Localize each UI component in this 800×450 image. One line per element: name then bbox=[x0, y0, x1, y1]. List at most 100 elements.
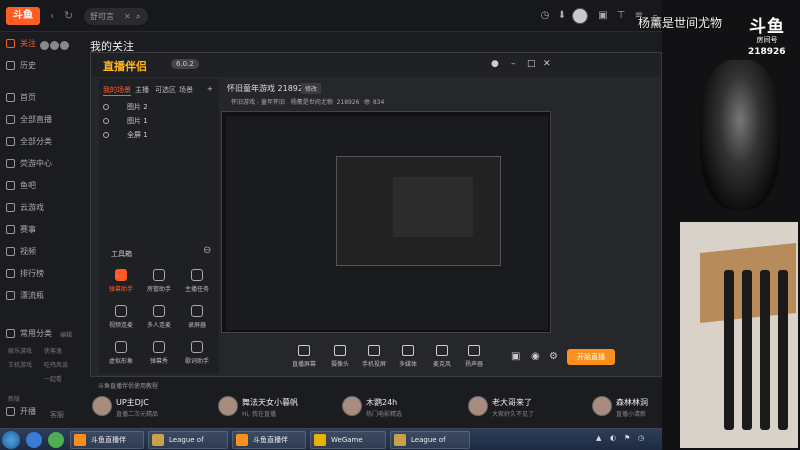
common-category[interactable]: 侠客逸 bbox=[44, 346, 62, 355]
preview-nested-companion bbox=[336, 156, 501, 266]
minimize-icon[interactable]: – bbox=[511, 59, 516, 69]
recommend-card[interactable]: 木鹦24h 热门电影精选 bbox=[342, 394, 472, 422]
tool-video-link[interactable]: 视频连麦 bbox=[103, 305, 139, 335]
toolbox-more-icon[interactable]: ⊖ bbox=[203, 245, 211, 256]
edit-title-button[interactable]: 修改 bbox=[301, 83, 322, 94]
stream-preview[interactable] bbox=[221, 111, 551, 333]
tool-recorder[interactable]: 录屏器 bbox=[179, 305, 215, 335]
speaker-button[interactable]: 扬声器 bbox=[457, 345, 491, 368]
history-icon[interactable]: ◷ bbox=[538, 9, 552, 23]
tool-multi-link[interactable]: 多人连麦 bbox=[141, 305, 177, 335]
taskbar-item[interactable]: 斗鱼直播伴 bbox=[232, 431, 306, 449]
multimedia-button[interactable]: 多媒体 bbox=[391, 345, 425, 368]
camera-button[interactable]: 摄像头 bbox=[323, 345, 357, 368]
sidebar-item-history[interactable]: 历史 bbox=[4, 58, 80, 74]
shirt-icon[interactable]: ⊤ bbox=[614, 9, 628, 23]
support-link[interactable]: 客服 bbox=[50, 410, 64, 420]
preview-nested-screen bbox=[226, 116, 548, 330]
taskbar-item[interactable]: 斗鱼直播伴 bbox=[70, 431, 144, 449]
tutorial-notice[interactable]: 斗鱼直播伴侣使用教程 bbox=[98, 381, 158, 390]
new-version-label: 新版 bbox=[8, 396, 21, 403]
taskbar-item[interactable]: League of Lege... bbox=[390, 431, 470, 449]
go-live-sidebar[interactable]: 开播 bbox=[4, 404, 80, 420]
tool-danmu-show[interactable]: 弹幕秀 bbox=[141, 341, 177, 371]
sidebar-item-home[interactable]: 首页 bbox=[4, 90, 80, 106]
sidebar-item-bottle[interactable]: 漂流瓶 bbox=[4, 288, 80, 304]
search-icon[interactable]: ⌕ bbox=[136, 8, 140, 25]
scene-item[interactable]: 图片 2 bbox=[99, 101, 219, 113]
volume-icon[interactable]: ◐ bbox=[610, 434, 620, 444]
back-icon[interactable]: ‹ bbox=[50, 9, 54, 22]
search-input[interactable]: 舒可言 ✕ ⌕ bbox=[84, 8, 148, 25]
sidebar-item-all-live[interactable]: 全部直播 bbox=[4, 112, 80, 128]
recommend-card[interactable]: 舞法天女小暮帆 Hi, 我在直播 bbox=[218, 394, 348, 422]
start-stream-button[interactable]: 开始直播 bbox=[567, 349, 615, 365]
phone-cast-button[interactable]: 手机投屏 bbox=[357, 345, 391, 368]
screen-capture-button[interactable]: 直播屏幕 bbox=[287, 345, 321, 368]
scene-item[interactable]: 全屏 1 bbox=[99, 129, 219, 141]
avatar-icon bbox=[115, 341, 127, 353]
tool-label: 主播任务 bbox=[184, 286, 209, 293]
eye-icon[interactable] bbox=[103, 104, 109, 110]
add-scene-icon[interactable]: + bbox=[207, 85, 213, 93]
recommend-card[interactable]: 森林林洞 直播小清新 bbox=[592, 394, 660, 422]
tool-avatar[interactable]: 虚拟形象 bbox=[103, 341, 139, 371]
eye-icon[interactable] bbox=[103, 132, 109, 138]
sidebar-item-follow[interactable]: 关注 bbox=[4, 36, 80, 52]
avatar-icon[interactable]: ● bbox=[491, 59, 499, 69]
sidebar-item-categories[interactable]: 全部分类 bbox=[4, 134, 80, 150]
flag-icon[interactable]: ⚑ bbox=[624, 434, 634, 444]
start-button[interactable] bbox=[2, 431, 20, 449]
clock-icon[interactable]: ◷ bbox=[638, 434, 648, 444]
tool-streamer-tasks[interactable]: 主播任务 bbox=[179, 269, 215, 299]
sidebar-item-rankings[interactable]: 排行榜 bbox=[4, 266, 80, 282]
edit-link[interactable]: 编辑 bbox=[60, 330, 72, 339]
version-badge: 6.0.2 bbox=[171, 59, 199, 69]
common-category[interactable]: 娱乐游戏 bbox=[8, 346, 32, 355]
streaming-companion-window: 直播伴侣 6.0.2 ● – □ ✕ 我的场景 主播 可选区 场景 + 图片 2… bbox=[90, 52, 662, 377]
recommend-card[interactable]: 老大哥来了 大家好久不见了 bbox=[468, 394, 598, 422]
download-icon[interactable]: ⬇ bbox=[555, 9, 569, 23]
companion-logo: 直播伴侣 bbox=[103, 60, 147, 73]
common-category[interactable]: 一起看 bbox=[44, 374, 62, 383]
sidebar-item-game-center[interactable]: 荧游中心 bbox=[4, 156, 80, 172]
close-icon[interactable]: ✕ bbox=[124, 8, 131, 25]
sidebar-item-cloud-game[interactable]: 云游戏 bbox=[4, 200, 80, 216]
tool-room-admin[interactable]: 房管助手 bbox=[141, 269, 177, 299]
scene-label: 图片 2 bbox=[127, 103, 148, 111]
close-icon[interactable]: ✕ bbox=[543, 59, 551, 69]
network-icon[interactable]: ▲ bbox=[596, 434, 606, 444]
record-icon[interactable]: ▣ bbox=[511, 351, 520, 362]
douyu-logo[interactable]: 斗鱼 bbox=[6, 7, 40, 25]
gear-icon[interactable]: ⚙ bbox=[549, 351, 558, 362]
tool-label: 多人连麦 bbox=[146, 322, 171, 329]
eye-icon[interactable]: ◉ bbox=[531, 351, 540, 362]
scene-item[interactable]: 图片 1 bbox=[99, 115, 219, 127]
maximize-icon[interactable]: □ bbox=[527, 59, 536, 69]
task-label: 斗鱼直播伴 bbox=[253, 436, 288, 444]
browser-icon[interactable] bbox=[48, 432, 64, 448]
stream-owner: 杨薰是世间尤物 bbox=[290, 99, 333, 106]
refresh-icon[interactable]: ↻ bbox=[64, 9, 73, 22]
common-category[interactable]: 吃鸡风谈 bbox=[44, 360, 68, 369]
tool-lyrics[interactable]: 歌词助手 bbox=[179, 341, 215, 371]
tab-my-scenes[interactable]: 我的场景 bbox=[103, 85, 131, 96]
sidebar-item-fish-bar[interactable]: 鱼吧 bbox=[4, 178, 80, 194]
gift-icon[interactable]: ▣ bbox=[596, 9, 610, 23]
sidebar-item-video[interactable]: 视频 bbox=[4, 244, 80, 260]
common-category[interactable]: 王机游戏 bbox=[8, 360, 32, 369]
sidebar-item-events[interactable]: 赛事 bbox=[4, 222, 80, 238]
microphone-button[interactable]: 麦克风 bbox=[425, 345, 459, 368]
ie-icon[interactable] bbox=[26, 432, 42, 448]
tab-optional[interactable]: 可选区 bbox=[155, 85, 176, 95]
tool-danmu-helper[interactable]: 弹幕助手 bbox=[103, 269, 139, 299]
tab-streamer[interactable]: 主播 bbox=[135, 85, 149, 95]
eye-icon[interactable] bbox=[103, 118, 109, 124]
taskbar-item[interactable]: League of Lege... bbox=[148, 431, 228, 449]
avatar[interactable] bbox=[572, 8, 588, 24]
stream-category[interactable]: 怀旧游戏 - 童年怀旧 bbox=[231, 99, 285, 106]
taskbar-item[interactable]: WeGame bbox=[310, 431, 386, 449]
recommend-card[interactable]: UP主DJC 直播二次元精品 bbox=[92, 394, 222, 422]
tab-scene[interactable]: 场景 bbox=[179, 85, 193, 95]
record-icon bbox=[191, 305, 203, 317]
